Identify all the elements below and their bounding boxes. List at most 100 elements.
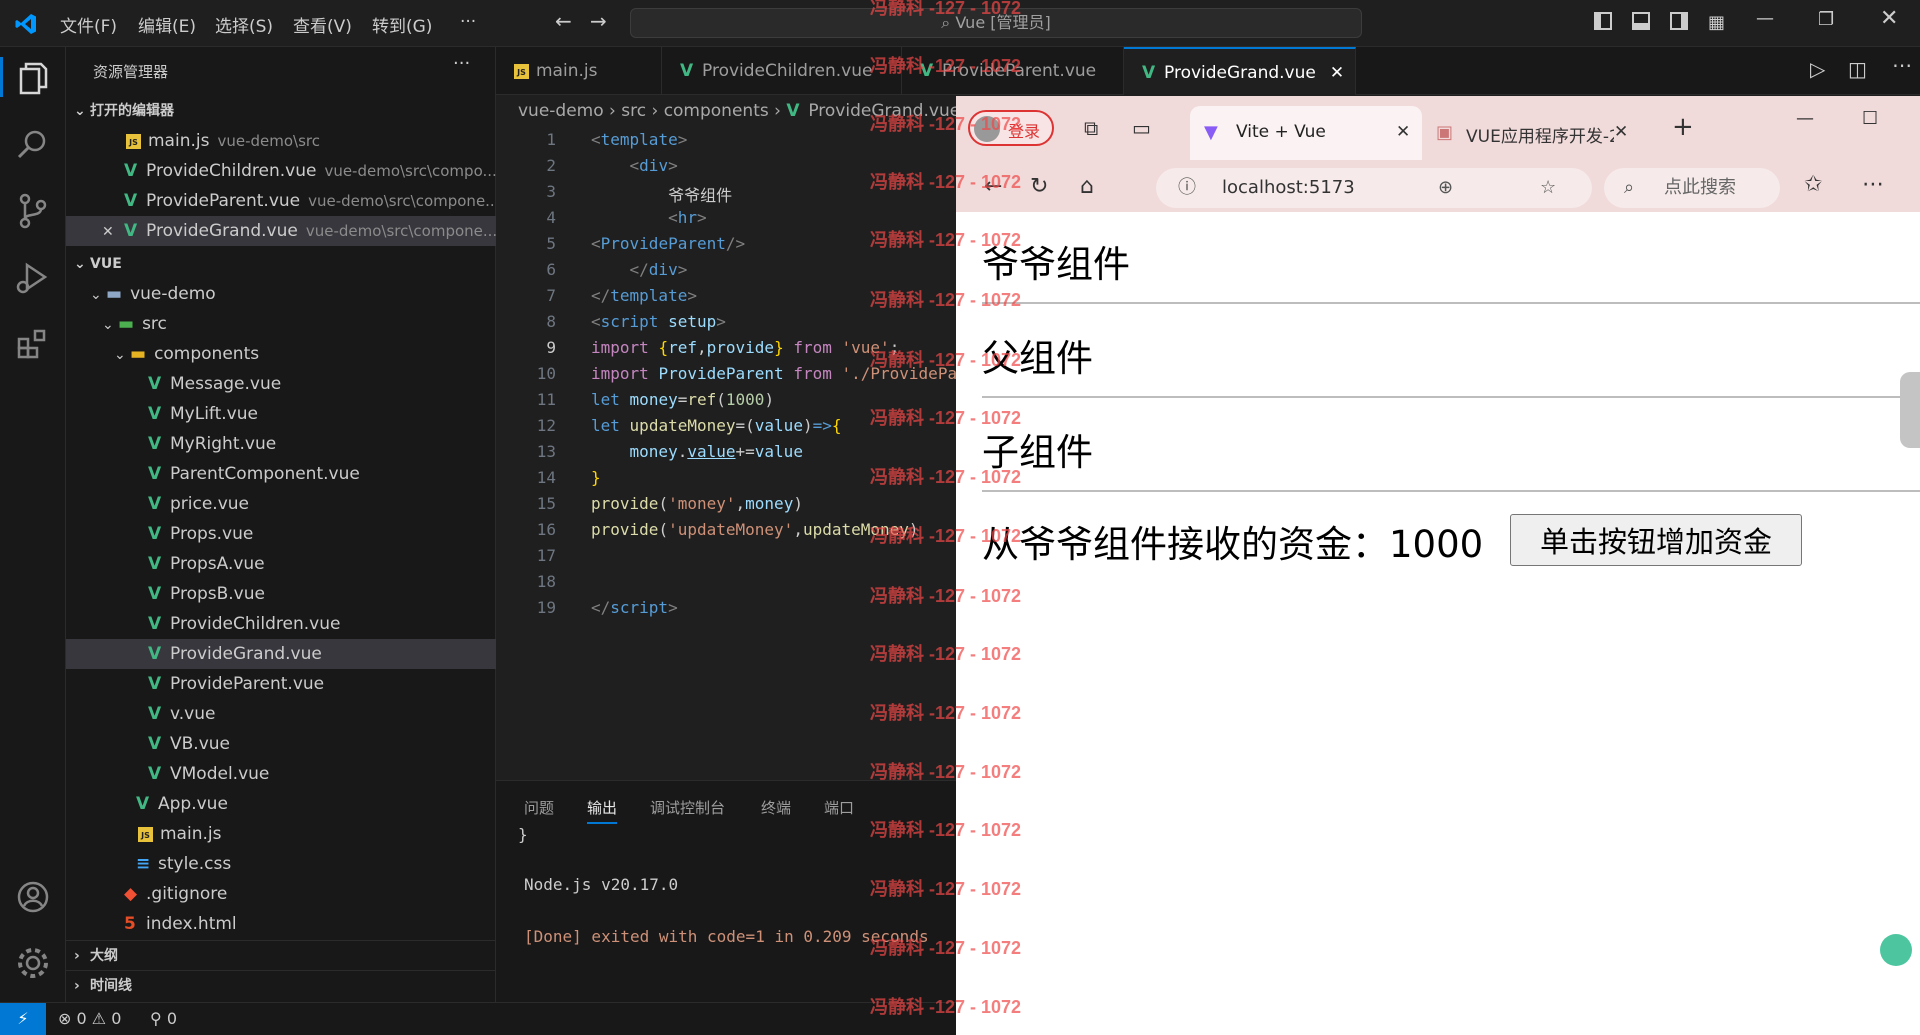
file-item[interactable]: V MyLift.vue: [66, 399, 496, 429]
explorer-sidebar: 资源管理器 ··· ⌄ 打开的编辑器 JS main.js vue-demo\src …: [66, 47, 496, 1002]
tab-actions-icon[interactable]: ▭: [1132, 116, 1151, 140]
explorer-icon[interactable]: [13, 59, 53, 99]
remote-icon[interactable]: ⚡: [0, 1003, 46, 1035]
breadcrumb-item[interactable]: components: [664, 101, 769, 121]
favorite-star-icon[interactable]: ☆: [1540, 168, 1556, 208]
source-control-icon[interactable]: [13, 191, 53, 231]
minimize-icon[interactable]: —: [1796, 108, 1814, 129]
close-icon[interactable]: ✕: [102, 217, 124, 246]
home-icon[interactable]: ⌂: [1080, 174, 1094, 199]
menu-more[interactable]: ···: [460, 12, 476, 32]
activity-bar: [0, 47, 66, 1002]
close-icon[interactable]: ✕: [1614, 122, 1628, 142]
menu-file[interactable]: 文件(F): [60, 12, 117, 37]
tab-ports[interactable]: 端口: [824, 797, 854, 818]
vue-file-icon: V: [124, 161, 138, 181]
file-item[interactable]: V MyRight.vue: [66, 429, 496, 459]
file-item[interactable]: 5 index.html: [66, 909, 496, 939]
close-icon[interactable]: ✕: [1396, 122, 1410, 142]
restore-icon[interactable]: ❐: [1818, 9, 1834, 30]
file-item[interactable]: V ProvideParent.vue: [66, 669, 496, 699]
tab-provide-children[interactable]: V ProvideChildren.vue: [662, 47, 902, 95]
toggle-secondary-sidebar-icon[interactable]: [1670, 12, 1688, 30]
tab-provide-grand[interactable]: V ProvideGrand.vue ✕: [1124, 47, 1356, 95]
file-item[interactable]: JS main.js: [66, 819, 496, 849]
vue-file-icon: V: [148, 764, 162, 784]
close-icon[interactable]: ✕: [1330, 63, 1344, 83]
file-item[interactable]: V Message.vue: [66, 369, 496, 399]
folder-components[interactable]: ⌄ ▬ components: [66, 339, 496, 369]
run-debug-icon[interactable]: [13, 257, 53, 297]
more-options-icon[interactable]: ⋯: [1862, 172, 1884, 197]
zoom-icon[interactable]: ⊕: [1438, 168, 1453, 208]
file-item[interactable]: V App.vue: [66, 789, 496, 819]
favorites-icon[interactable]: ✩: [1804, 172, 1822, 197]
code-editor[interactable]: 1 2 3 4 5 6 7 8 9 10 11 12 13 14 15 16 1…: [496, 126, 956, 780]
file-item[interactable]: V PropsB.vue: [66, 579, 496, 609]
browser-tab[interactable]: ▣ VUE应用程序开发-24 ✕: [1426, 106, 1636, 160]
tab-output[interactable]: 输出: [587, 797, 618, 824]
back-arrow-icon[interactable]: ←: [555, 9, 572, 33]
watermark: 冯静科 -127 - 1072: [870, 820, 1022, 840]
tab-problems[interactable]: 问题: [524, 797, 554, 818]
toggle-primary-sidebar-icon[interactable]: [1594, 12, 1612, 30]
customize-layout-icon[interactable]: ▦: [1708, 12, 1725, 33]
collections-icon[interactable]: ⧉: [1084, 116, 1098, 140]
file-item[interactable]: V PropsA.vue: [66, 549, 496, 579]
file-item[interactable]: ◆ .gitignore: [66, 879, 496, 909]
search-icon[interactable]: [13, 125, 53, 165]
outline-header[interactable]: › 大纲: [66, 940, 496, 970]
open-editors-header[interactable]: ⌄ 打开的编辑器: [66, 96, 496, 126]
file-item[interactable]: V VModel.vue: [66, 759, 496, 789]
maximize-icon[interactable]: ☐: [1862, 108, 1878, 129]
breadcrumb-item[interactable]: vue-demo: [518, 101, 604, 121]
file-item[interactable]: V VB.vue: [66, 729, 496, 759]
ports-status[interactable]: ⚲ 0: [150, 1003, 177, 1035]
browser-search-box[interactable]: ⌕ 点此搜索: [1604, 168, 1780, 208]
timeline-header[interactable]: › 时间线: [66, 970, 496, 1000]
open-editor-item[interactable]: V ProvideChildren.vue vue-demo\src\compo..…: [66, 156, 496, 186]
file-item[interactable]: V ParentComponent.vue: [66, 459, 496, 489]
edge-copilot-icon[interactable]: [1880, 934, 1912, 966]
extensions-icon[interactable]: [13, 323, 53, 363]
menu-edit[interactable]: 编辑(E): [138, 12, 196, 37]
accounts-icon[interactable]: [13, 877, 53, 917]
menu-selection[interactable]: 选择(S): [215, 12, 273, 37]
more-actions-icon[interactable]: ⋯: [1892, 53, 1912, 77]
address-bar[interactable]: ⓘ localhost:5173 ⊕ ☆: [1156, 168, 1592, 208]
split-editor-icon[interactable]: ◫: [1848, 57, 1867, 81]
code-line: <template>: [591, 130, 688, 149]
new-tab-icon[interactable]: +: [1672, 112, 1694, 142]
open-editor-item-active[interactable]: ✕ V ProvideGrand.vue vue-demo\src\compone..…: [66, 216, 496, 246]
folder-vue-demo[interactable]: ⌄ ▬ vue-demo: [66, 279, 496, 309]
refresh-icon[interactable]: ↻: [1030, 174, 1048, 199]
sidebar-more-button[interactable]: ···: [453, 53, 470, 74]
sidebar-handle[interactable]: [1900, 372, 1920, 448]
tab-terminal[interactable]: 终端: [761, 797, 791, 818]
browser-tab-active[interactable]: ▼ Vite + Vue ✕: [1190, 106, 1422, 160]
vue-file-icon: V: [1142, 63, 1156, 83]
increase-money-button[interactable]: 单击按钮增加资金: [1510, 514, 1802, 566]
file-item[interactable]: V ProvideChildren.vue: [66, 609, 496, 639]
file-item[interactable]: V Props.vue: [66, 519, 496, 549]
open-editor-item[interactable]: V ProvideParent.vue vue-demo\src\compone..…: [66, 186, 496, 216]
menu-goto[interactable]: 转到(G): [372, 12, 432, 37]
file-item-selected[interactable]: V ProvideGrand.vue: [66, 639, 496, 669]
menu-view[interactable]: 查看(V): [293, 12, 352, 37]
forward-arrow-icon[interactable]: →: [590, 9, 607, 33]
gear-icon[interactable]: [13, 943, 53, 983]
file-item[interactable]: ≡ style.css: [66, 849, 496, 879]
file-item[interactable]: Vv.vue: [66, 699, 496, 729]
file-item[interactable]: Vprice.vue: [66, 489, 496, 519]
vue-workspace-header[interactable]: ⌄ VUE: [66, 249, 496, 279]
folder-src[interactable]: ⌄ ▬ src: [66, 309, 496, 339]
tab-main-js[interactable]: JS main.js: [496, 47, 662, 95]
breadcrumb-item[interactable]: src: [621, 101, 646, 121]
errors-status[interactable]: ⊗ 0 ⚠ 0: [58, 1003, 121, 1035]
minimize-icon[interactable]: —: [1756, 8, 1774, 29]
open-editor-item[interactable]: JS main.js vue-demo\src: [66, 126, 496, 156]
run-icon[interactable]: ▷: [1810, 57, 1825, 81]
close-icon[interactable]: ✕: [1880, 6, 1898, 31]
toggle-panel-icon[interactable]: [1632, 12, 1650, 30]
tab-debug-console[interactable]: 调试控制台: [650, 797, 725, 818]
